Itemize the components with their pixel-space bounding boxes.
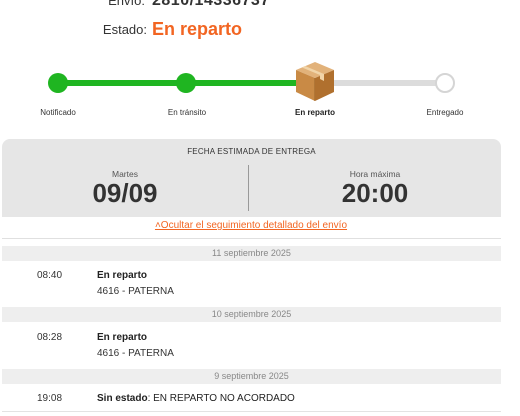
eta-title: FECHA ESTIMADA DE ENTREGA [187, 147, 316, 156]
hide-tracking-detail-link[interactable]: ˄Ocultar el seguimiento detallado del en… [155, 220, 347, 231]
event-location: 4616 - PATERNA [97, 286, 174, 297]
step-notificado-dot [48, 73, 68, 93]
shipment-number-value: 2810/14336737 [152, 0, 270, 9]
event-time: 08:28 [37, 332, 63, 343]
shipment-status-label: Estado: [102, 22, 147, 37]
estimated-delivery-panel: FECHA ESTIMADA DE ENTREGA Martes 09/09 H… [2, 139, 501, 217]
event-status: En reparto [97, 332, 147, 343]
eta-date: 09/09 [92, 178, 158, 208]
event-location: 4616 - PATERNA [97, 348, 174, 359]
progress-tracker: Notificado En tránsito En reparto Entreg… [0, 60, 520, 130]
divider [2, 411, 501, 412]
progress-bar-done-2 [186, 80, 306, 86]
toggle-tracking-detail: ˄Ocultar el seguimiento detallado del en… [0, 220, 502, 231]
step-en-transito-dot [176, 73, 196, 93]
step-entregado-dot [435, 73, 455, 93]
shipment-status-value: En reparto [152, 19, 243, 39]
event-status: Sin estado: EN REPARTO NO ACORDADO [97, 393, 295, 404]
event-status: En reparto [97, 270, 147, 281]
step-label-entregado: Entregado [426, 108, 464, 117]
shipment-number-row: Envío: 2810/14336737 [0, 0, 520, 11]
eta-date-block: Martes 09/09 [2, 169, 248, 207]
shipment-status-row: Estado: En reparto [0, 19, 520, 41]
history-date-header: 10 septiembre 2025 [2, 307, 501, 322]
progress-bar-done-1 [58, 80, 186, 86]
step-label-en-transito: En tránsito [167, 108, 207, 117]
divider [2, 238, 501, 239]
eta-time: 20:00 [341, 178, 409, 208]
event-time: 08:40 [37, 270, 63, 281]
step-label-notificado: Notificado [40, 108, 76, 117]
eta-time-block: Hora máxima 20:00 [249, 169, 501, 207]
package-box-icon [296, 62, 334, 101]
event-status-text: En reparto [97, 270, 148, 281]
event-status-text: En reparto [97, 332, 148, 343]
progress-bar-pending [320, 80, 445, 86]
history-date-header: 9 septiembre 2025 [2, 369, 501, 384]
event-status-text: Sin estado [97, 393, 148, 404]
shipment-number-label: Envío: [108, 0, 145, 8]
history-date-header: 11 septiembre 2025 [2, 246, 501, 261]
event-detail: : EN REPARTO NO ACORDADO [147, 393, 295, 404]
step-label-en-reparto: En reparto [294, 108, 336, 117]
event-time: 19:08 [37, 393, 63, 404]
